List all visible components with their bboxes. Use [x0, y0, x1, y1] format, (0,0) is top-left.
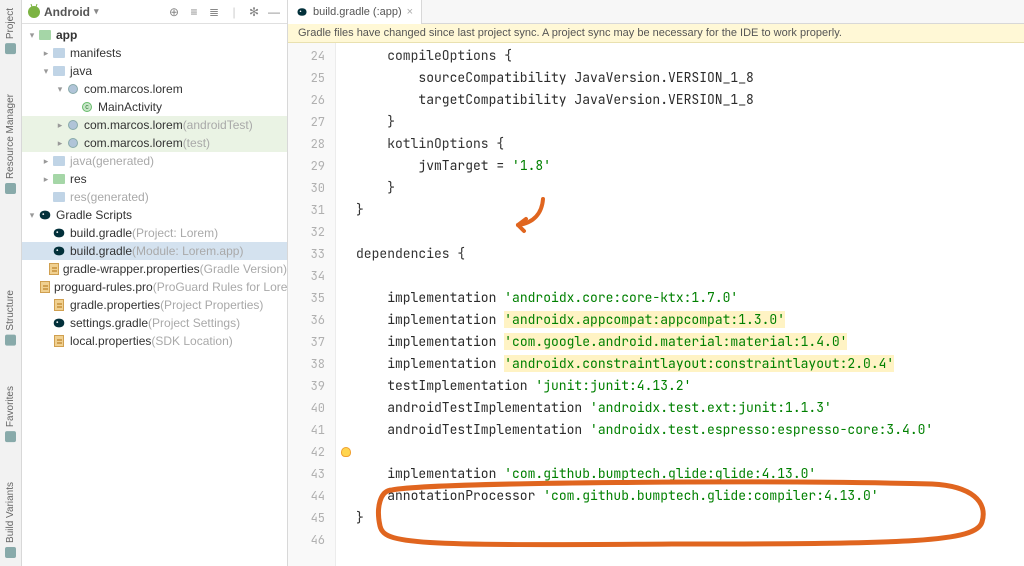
tree-item-gradle-properties[interactable]: gradle.properties (Project Properties) [22, 296, 287, 314]
expand-all-icon[interactable]: ≡ [187, 5, 201, 19]
close-tab-icon[interactable]: × [407, 6, 413, 18]
tree-item-java[interactable]: ▾java [22, 62, 287, 80]
collapse-all-icon[interactable]: ≣ [207, 5, 221, 19]
structure-tool-button[interactable]: Structure [5, 290, 16, 346]
tree-item-package-test[interactable]: ▸com.marcos.lorem (test) [22, 134, 287, 152]
favorites-tool-button[interactable]: Favorites [5, 386, 16, 442]
editor-tab-build-gradle[interactable]: build.gradle (:app) × [288, 0, 422, 24]
build-variants-tool-button[interactable]: Build Variants [5, 482, 16, 558]
project-panel: Android ▾ ⊕ ≡ ≣ | ✻ — ▾app ▸manifests ▾j… [22, 0, 288, 566]
resource-manager-tool-button[interactable]: Resource Manager [5, 94, 16, 194]
tree-item-proguard[interactable]: proguard-rules.pro (ProGuard Rules for L… [22, 278, 287, 296]
project-view-selector[interactable]: Android [44, 5, 90, 19]
tree-item-res[interactable]: ▸res [22, 170, 287, 188]
tree-item-gradle-scripts[interactable]: ▾Gradle Scripts [22, 206, 287, 224]
project-tree: ▾app ▸manifests ▾java ▾com.marcos.lorem … [22, 24, 287, 566]
hide-icon[interactable]: — [267, 5, 281, 19]
editor-tab-label: build.gradle (:app) [313, 6, 402, 18]
settings-icon[interactable]: ✻ [247, 5, 261, 19]
code-content[interactable]: compileOptions { sourceCompatibility Jav… [356, 43, 1024, 566]
gradle-sync-banner: Gradle files have changed since last pro… [288, 24, 1024, 43]
tool-window-bar: Project Resource Manager Structure Favor… [0, 0, 22, 566]
tree-item-app[interactable]: ▾app [22, 26, 287, 44]
tree-item-local-properties[interactable]: local.properties (SDK Location) [22, 332, 287, 350]
tree-item-build-gradle-project[interactable]: build.gradle (Project: Lorem) [22, 224, 287, 242]
hint-gutter [336, 43, 356, 566]
tree-item-manifests[interactable]: ▸manifests [22, 44, 287, 62]
editor-area: build.gradle (:app) × Gradle files have … [288, 0, 1024, 566]
project-tool-button[interactable]: Project [5, 8, 16, 54]
android-icon [28, 6, 40, 18]
tree-item-package-main[interactable]: ▾com.marcos.lorem [22, 80, 287, 98]
dropdown-icon: ▾ [94, 6, 99, 17]
tree-item-mainactivity[interactable]: cMainActivity [22, 98, 287, 116]
tree-item-res-generated[interactable]: res (generated) [22, 188, 287, 206]
editor-tabbar: build.gradle (:app) × [288, 0, 1024, 24]
tree-item-settings-gradle[interactable]: settings.gradle (Project Settings) [22, 314, 287, 332]
lightbulb-icon[interactable] [341, 447, 351, 457]
select-opened-file-icon[interactable]: ⊕ [167, 5, 181, 19]
tree-item-build-gradle-module[interactable]: build.gradle (Module: Lorem.app) [22, 242, 287, 260]
gradle-icon [296, 6, 308, 18]
line-number-gutter: 24 25 26 27 28 29 30 31 32 33 34 35 36 3… [288, 43, 336, 566]
tree-item-package-androidtest[interactable]: ▸com.marcos.lorem (androidTest) [22, 116, 287, 134]
project-panel-header: Android ▾ ⊕ ≡ ≣ | ✻ — [22, 0, 287, 24]
code-editor[interactable]: 24 25 26 27 28 29 30 31 32 33 34 35 36 3… [288, 43, 1024, 566]
tree-item-gradle-wrapper[interactable]: gradle-wrapper.properties (Gradle Versio… [22, 260, 287, 278]
tree-item-java-generated[interactable]: ▸java (generated) [22, 152, 287, 170]
divider: | [227, 5, 241, 19]
